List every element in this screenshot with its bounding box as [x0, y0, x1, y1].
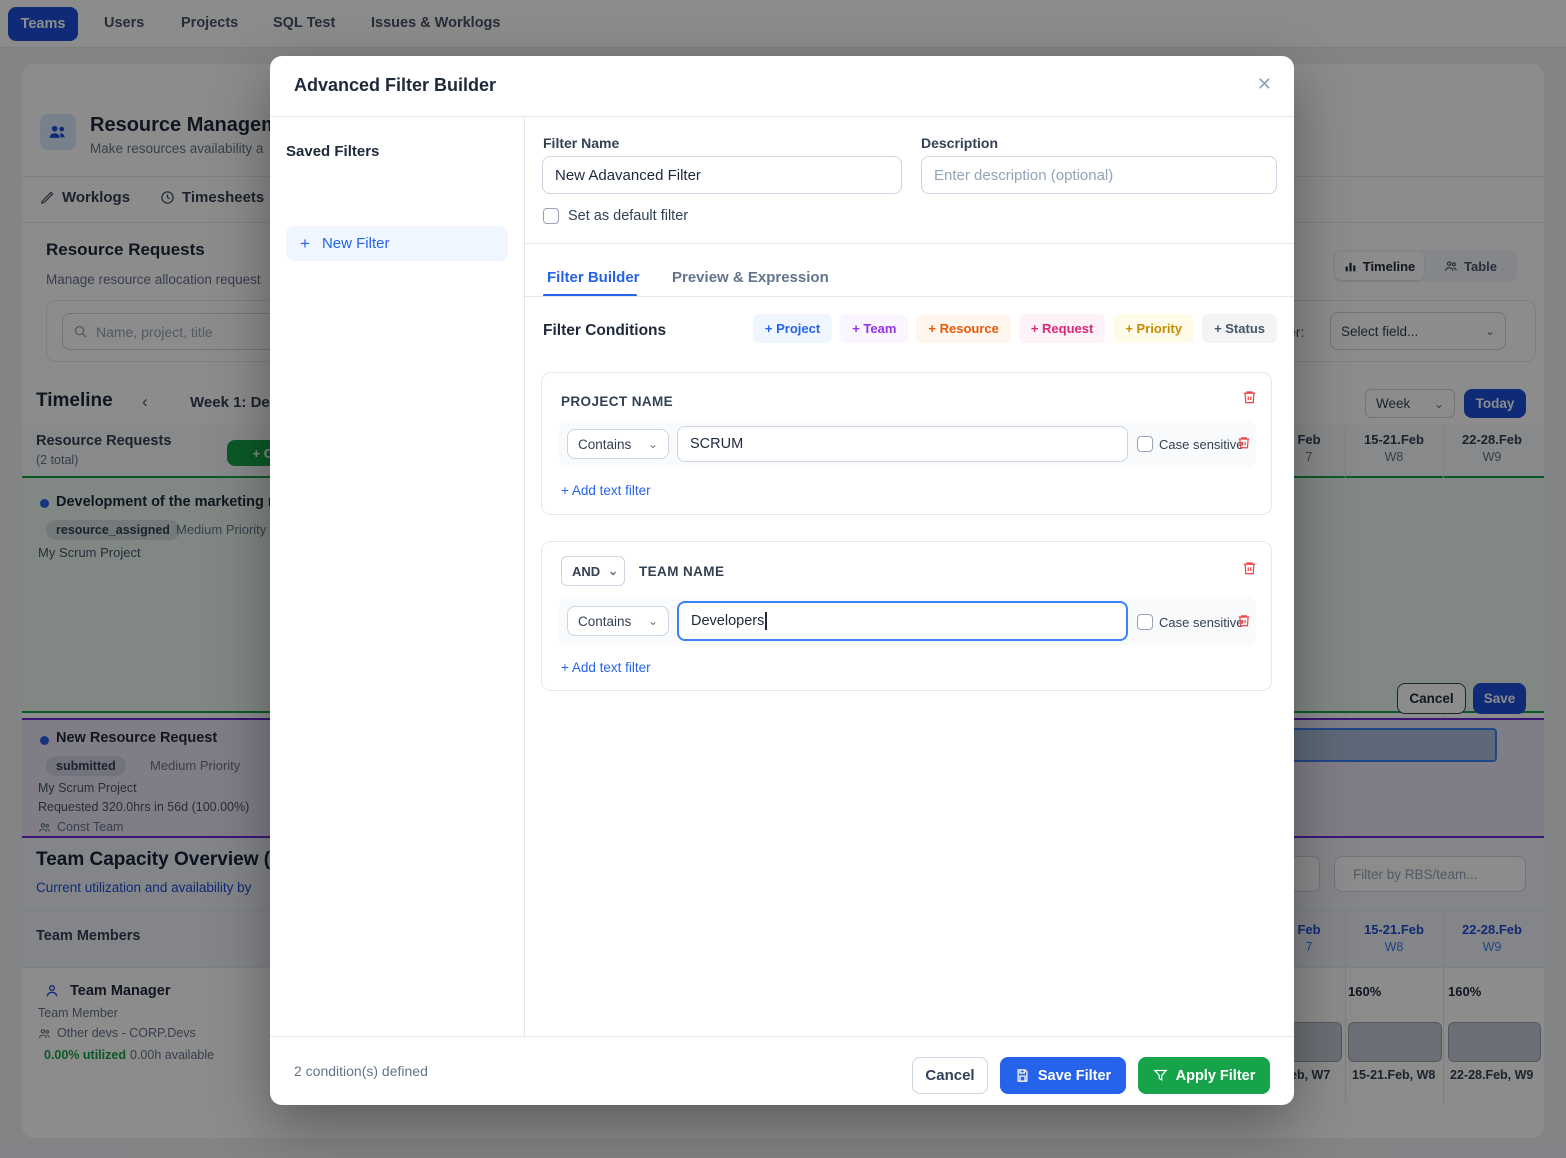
condition-inner-row: Contains ⌄ SCRUM Case sensitive — [559, 421, 1256, 467]
join-operator-select[interactable]: AND ⌄ — [561, 556, 625, 586]
apply-filter-button[interactable]: Apply Filter — [1138, 1057, 1270, 1094]
add-team-chip[interactable]: + Team — [840, 314, 908, 343]
filter-name-input[interactable]: New Adavanced Filter — [542, 156, 902, 194]
condition-value-input-focused[interactable]: Developers — [677, 601, 1128, 641]
default-filter-row: Set as default filter — [543, 208, 688, 224]
trash-icon[interactable] — [1237, 613, 1251, 628]
condition-inner-row: Contains ⌄ Developers Case sensitive — [559, 597, 1256, 645]
modal-header: Advanced Filter Builder ✕ — [270, 56, 1294, 117]
cancel-button[interactable]: Cancel — [912, 1057, 988, 1094]
condition-field-label: TEAM NAME — [639, 564, 724, 579]
trash-icon[interactable] — [1237, 435, 1251, 450]
default-filter-checkbox[interactable] — [543, 208, 559, 224]
new-filter-label: New Filter — [322, 235, 390, 252]
add-priority-chip[interactable]: + Priority — [1113, 314, 1194, 343]
tab-preview-expression[interactable]: Preview & Expression — [672, 269, 829, 286]
save-filter-button[interactable]: Save Filter — [1000, 1057, 1126, 1094]
new-filter-item[interactable]: + New Filter — [286, 226, 508, 261]
funnel-icon — [1153, 1068, 1168, 1083]
filter-conditions-title: Filter Conditions — [543, 322, 666, 340]
filter-name-label: Filter Name — [543, 135, 619, 151]
conditions-summary: 2 condition(s) defined — [294, 1063, 428, 1079]
condition-chip-row: + Project + Team + Resource + Request + … — [798, 314, 1277, 343]
chevron-down-icon: ⌄ — [608, 564, 618, 578]
condition-field-label: PROJECT NAME — [561, 394, 673, 409]
trash-icon[interactable] — [1242, 389, 1257, 405]
condition-value-input[interactable]: SCRUM — [677, 426, 1128, 462]
screen: Teams Users Projects SQL Test Issues & W… — [0, 0, 1566, 1158]
operator-select[interactable]: Contains ⌄ — [567, 429, 669, 459]
save-icon — [1015, 1068, 1030, 1083]
text-caret — [765, 612, 767, 630]
trash-icon[interactable] — [1242, 560, 1257, 576]
add-text-filter-link[interactable]: + Add text filter — [561, 483, 651, 498]
description-input[interactable]: Enter description (optional) — [921, 156, 1277, 194]
modal-footer: 2 condition(s) defined Cancel Save Filte… — [270, 1036, 1294, 1105]
case-sensitive-checkbox[interactable] — [1137, 436, 1153, 452]
divider — [525, 243, 1294, 244]
divider — [525, 296, 1294, 297]
chevron-down-icon: ⌄ — [648, 437, 658, 451]
modal-title: Advanced Filter Builder — [294, 75, 496, 96]
description-label: Description — [921, 135, 998, 151]
add-text-filter-link[interactable]: + Add text filter — [561, 660, 651, 675]
operator-select[interactable]: Contains ⌄ — [567, 606, 669, 636]
add-request-chip[interactable]: + Request — [1019, 314, 1106, 343]
case-sensitive-checkbox[interactable] — [1137, 614, 1153, 630]
add-resource-chip[interactable]: + Resource — [916, 314, 1010, 343]
saved-filters-panel: Saved Filters + New Filter — [270, 117, 525, 1036]
add-project-chip[interactable]: + Project — [753, 314, 832, 343]
tab-filter-builder[interactable]: Filter Builder — [547, 269, 640, 286]
default-filter-label: Set as default filter — [568, 208, 688, 224]
advanced-filter-builder-modal: Advanced Filter Builder ✕ Saved Filters … — [270, 56, 1294, 1105]
saved-filters-title: Saved Filters — [286, 143, 379, 160]
case-sensitive-label: Case sensitive — [1159, 615, 1244, 630]
condition-card-project-name: PROJECT NAME Contains ⌄ SCRUM Case sensi… — [541, 372, 1272, 515]
plus-icon: + — [300, 234, 310, 254]
condition-card-team-name: AND ⌄ TEAM NAME Contains ⌄ Developers Ca… — [541, 541, 1272, 691]
close-icon[interactable]: ✕ — [1257, 74, 1272, 95]
add-status-chip[interactable]: + Status — [1202, 314, 1277, 343]
case-sensitive-label: Case sensitive — [1159, 437, 1244, 452]
chevron-down-icon: ⌄ — [648, 614, 658, 628]
